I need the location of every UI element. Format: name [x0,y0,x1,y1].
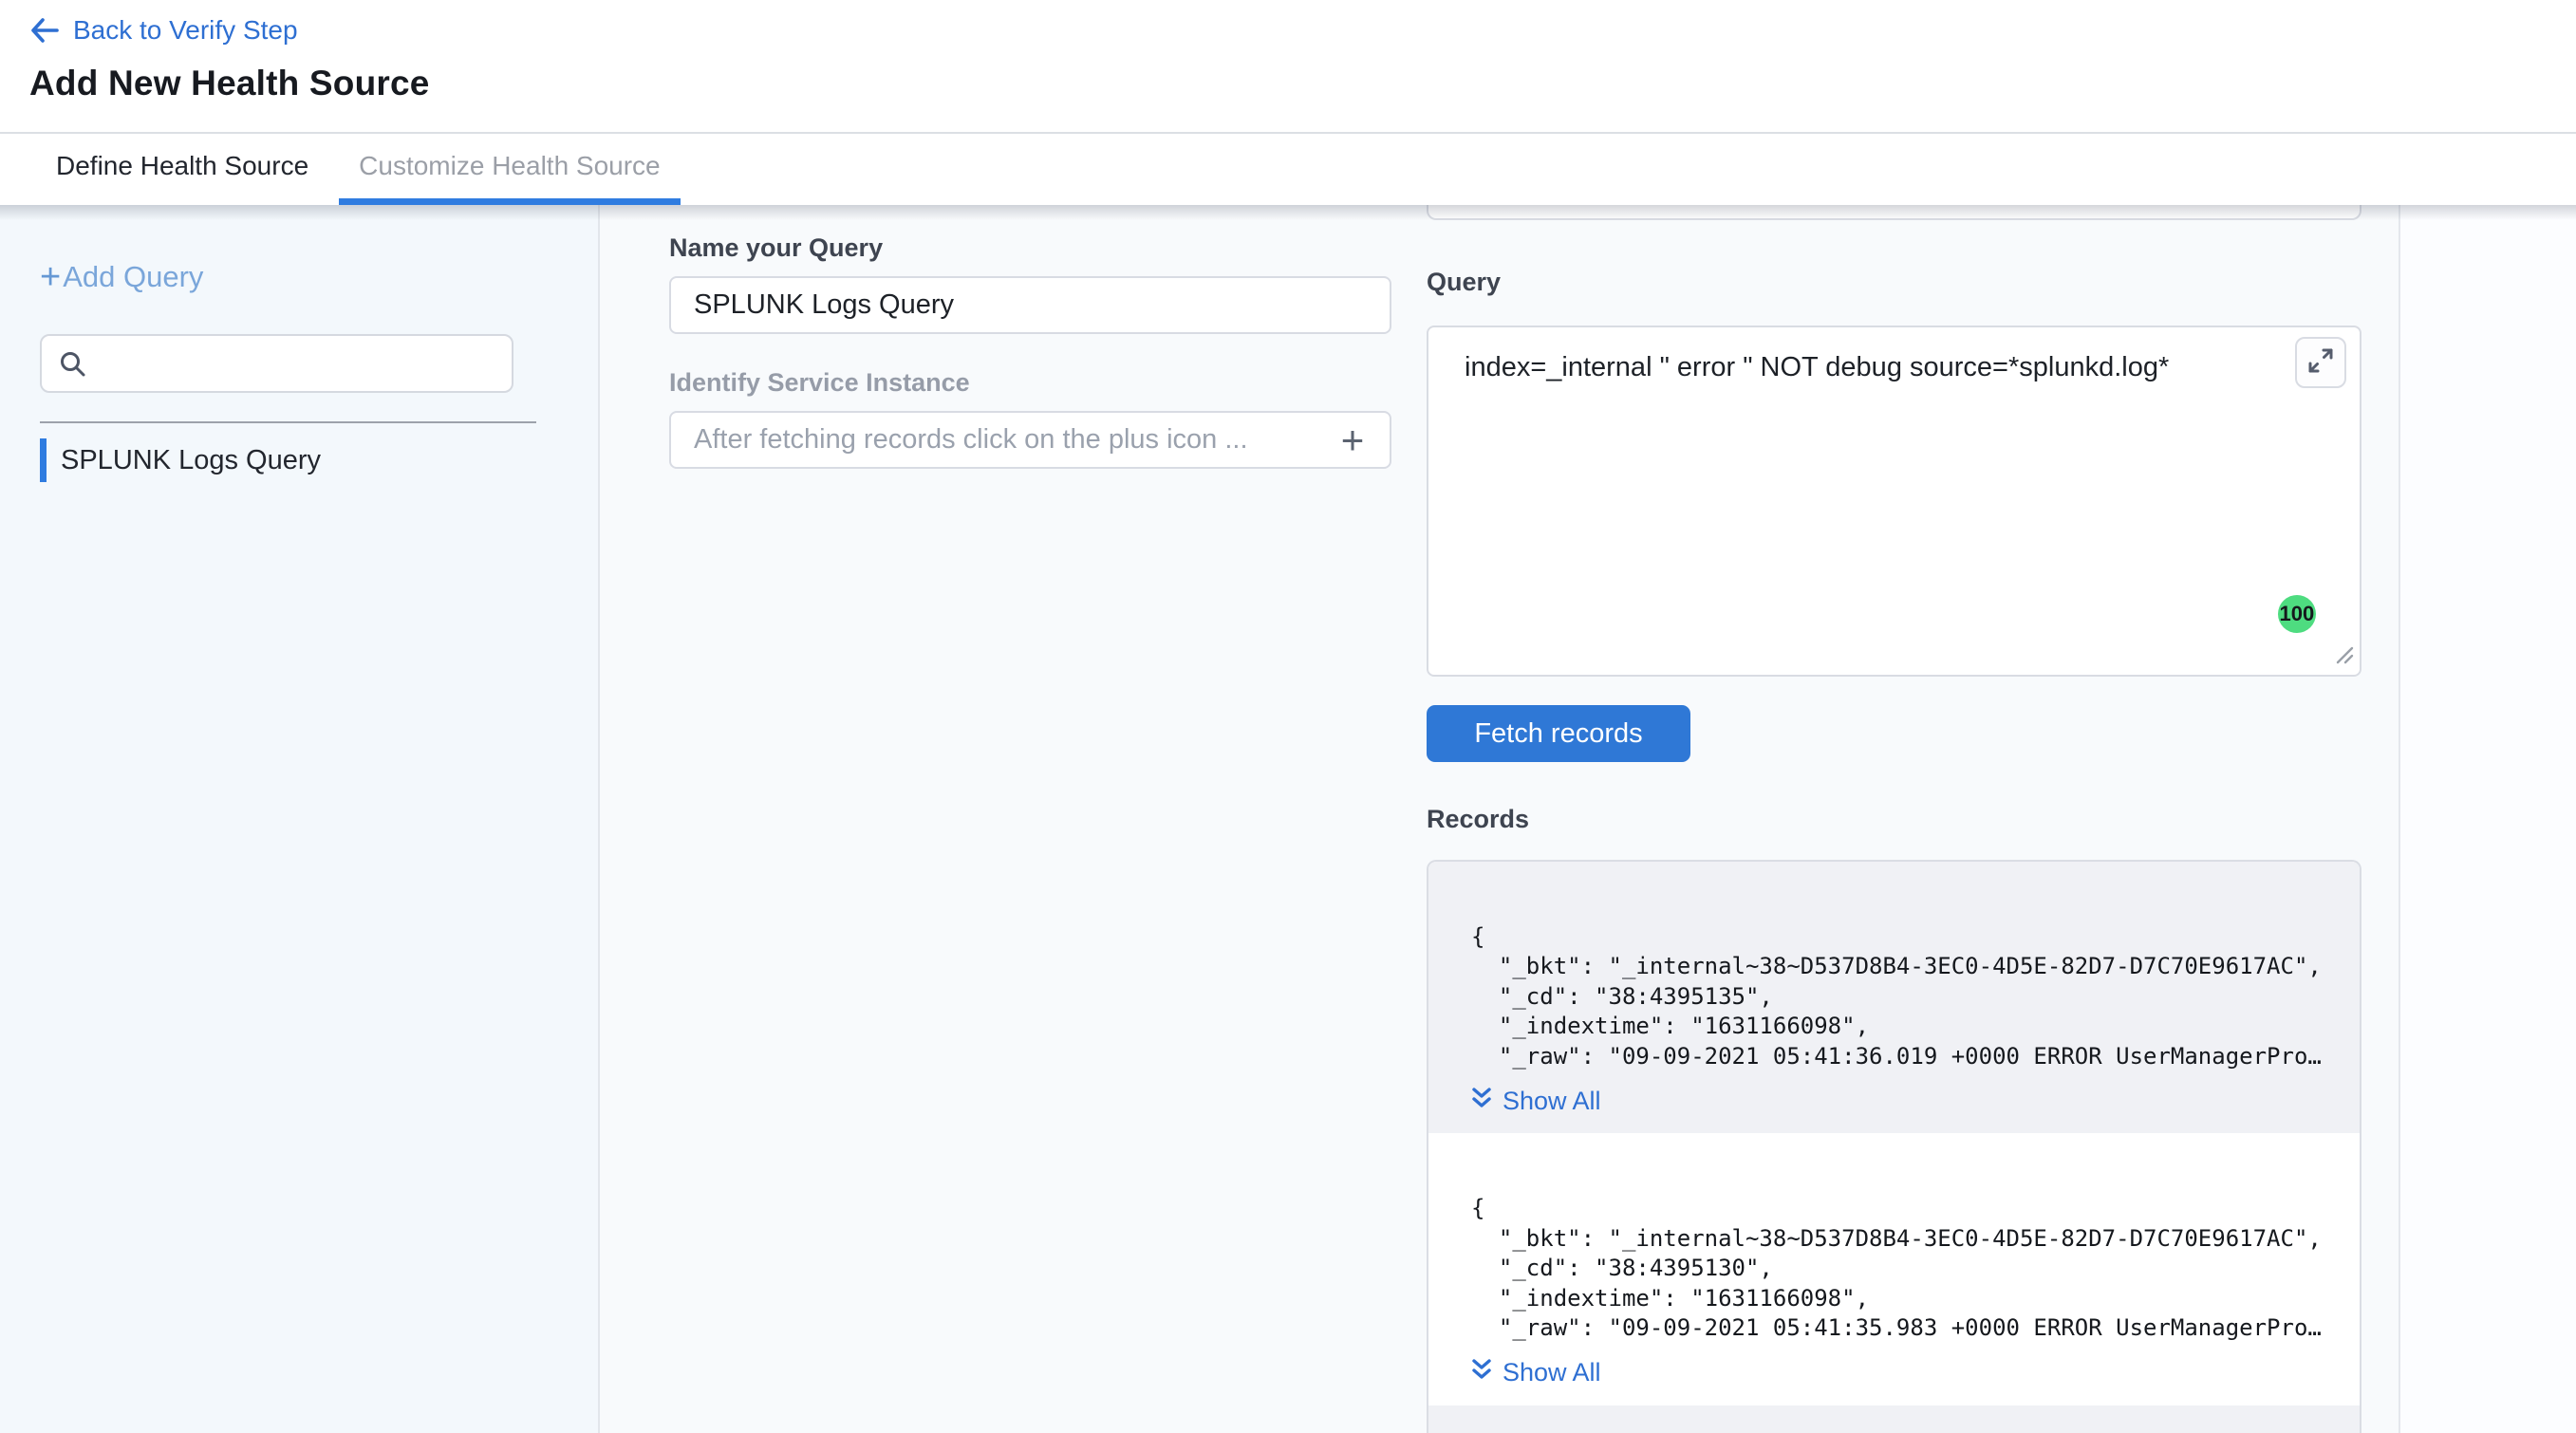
resize-handle[interactable] [2332,642,2355,670]
records-label: Records [1427,805,2361,834]
query-editor[interactable]: index=_internal " error " NOT debug sour… [1427,326,2361,677]
identify-service-instance-label: Identify Service Instance [669,368,1391,398]
sidebar-item-splunk-logs-query[interactable]: SPLUNK Logs Query [40,438,598,482]
back-to-verify-step-link[interactable]: Back to Verify Step [29,15,298,46]
record-json: { "_bkt": "_internal~38~D537D8B4-3EC0-4D… [1471,1194,2322,1344]
records-panel: { "_bkt": "_internal~38~D537D8B4-3EC0-4D… [1427,860,2361,1433]
show-all-label: Show All [1503,1358,1601,1387]
add-query-label: Add Query [63,260,203,294]
expand-query-button[interactable] [2295,337,2346,388]
connector-field-partial[interactable] [1427,205,2361,220]
name-your-query-label: Name your Query [669,233,1391,263]
record-json: { "_bkt": "_internal~38~D537D8B4-3EC0-4D… [1471,922,2322,1072]
show-all-link[interactable]: Show All [1471,1087,1601,1115]
show-all-link[interactable]: Show All [1471,1359,1601,1387]
plus-icon: + [40,259,61,295]
back-link-label: Back to Verify Step [73,15,298,46]
tab-bar: Define Health Source Customize Health So… [0,134,2576,205]
content-area: + Add Query SPLUNK Logs Query Name your … [0,205,2576,1433]
double-chevron-down-icon [1471,1086,1492,1117]
records-count-badge: 100 [2278,595,2316,633]
back-arrow-icon [29,16,60,45]
page-title: Add New Health Source [29,64,2538,103]
search-input[interactable] [40,334,513,393]
query-text[interactable]: index=_internal " error " NOT debug sour… [1465,352,2300,383]
expand-icon [2307,347,2334,379]
tab-customize-health-source[interactable]: Customize Health Source [339,134,680,205]
record-row: { "_bkt": "_internal~38~D537D8B4-3EC0-4D… [1428,862,2360,1134]
query-results-column: Query index=_internal " error " NOT debu… [1427,205,2361,1433]
record-row [1428,1405,2360,1433]
service-instance-plus-icon[interactable]: + [1331,419,1374,462]
query-item-label: SPLUNK Logs Query [61,445,321,476]
record-row: { "_bkt": "_internal~38~D537D8B4-3EC0-4D… [1428,1133,2360,1405]
query-form-column: Name your Query Identify Service Instanc… [669,205,1391,1433]
query-label: Query [1427,268,2361,297]
query-name-input[interactable] [669,276,1391,334]
tab-define-health-source[interactable]: Define Health Source [36,134,328,205]
sidebar-divider [40,421,536,423]
fetch-records-button[interactable]: Fetch records [1427,705,1690,761]
query-sidebar: + Add Query SPLUNK Logs Query [0,205,600,1433]
query-search [40,334,513,393]
add-query-button[interactable]: + Add Query [40,256,203,298]
page-header: Back to Verify Step Add New Health Sourc… [0,0,2576,134]
right-margin-strip [2399,205,2576,1433]
double-chevron-down-icon [1471,1357,1492,1388]
main-panel: Name your Query Identify Service Instanc… [600,205,2399,1433]
service-instance-input[interactable] [669,411,1391,469]
show-all-label: Show All [1503,1087,1601,1116]
